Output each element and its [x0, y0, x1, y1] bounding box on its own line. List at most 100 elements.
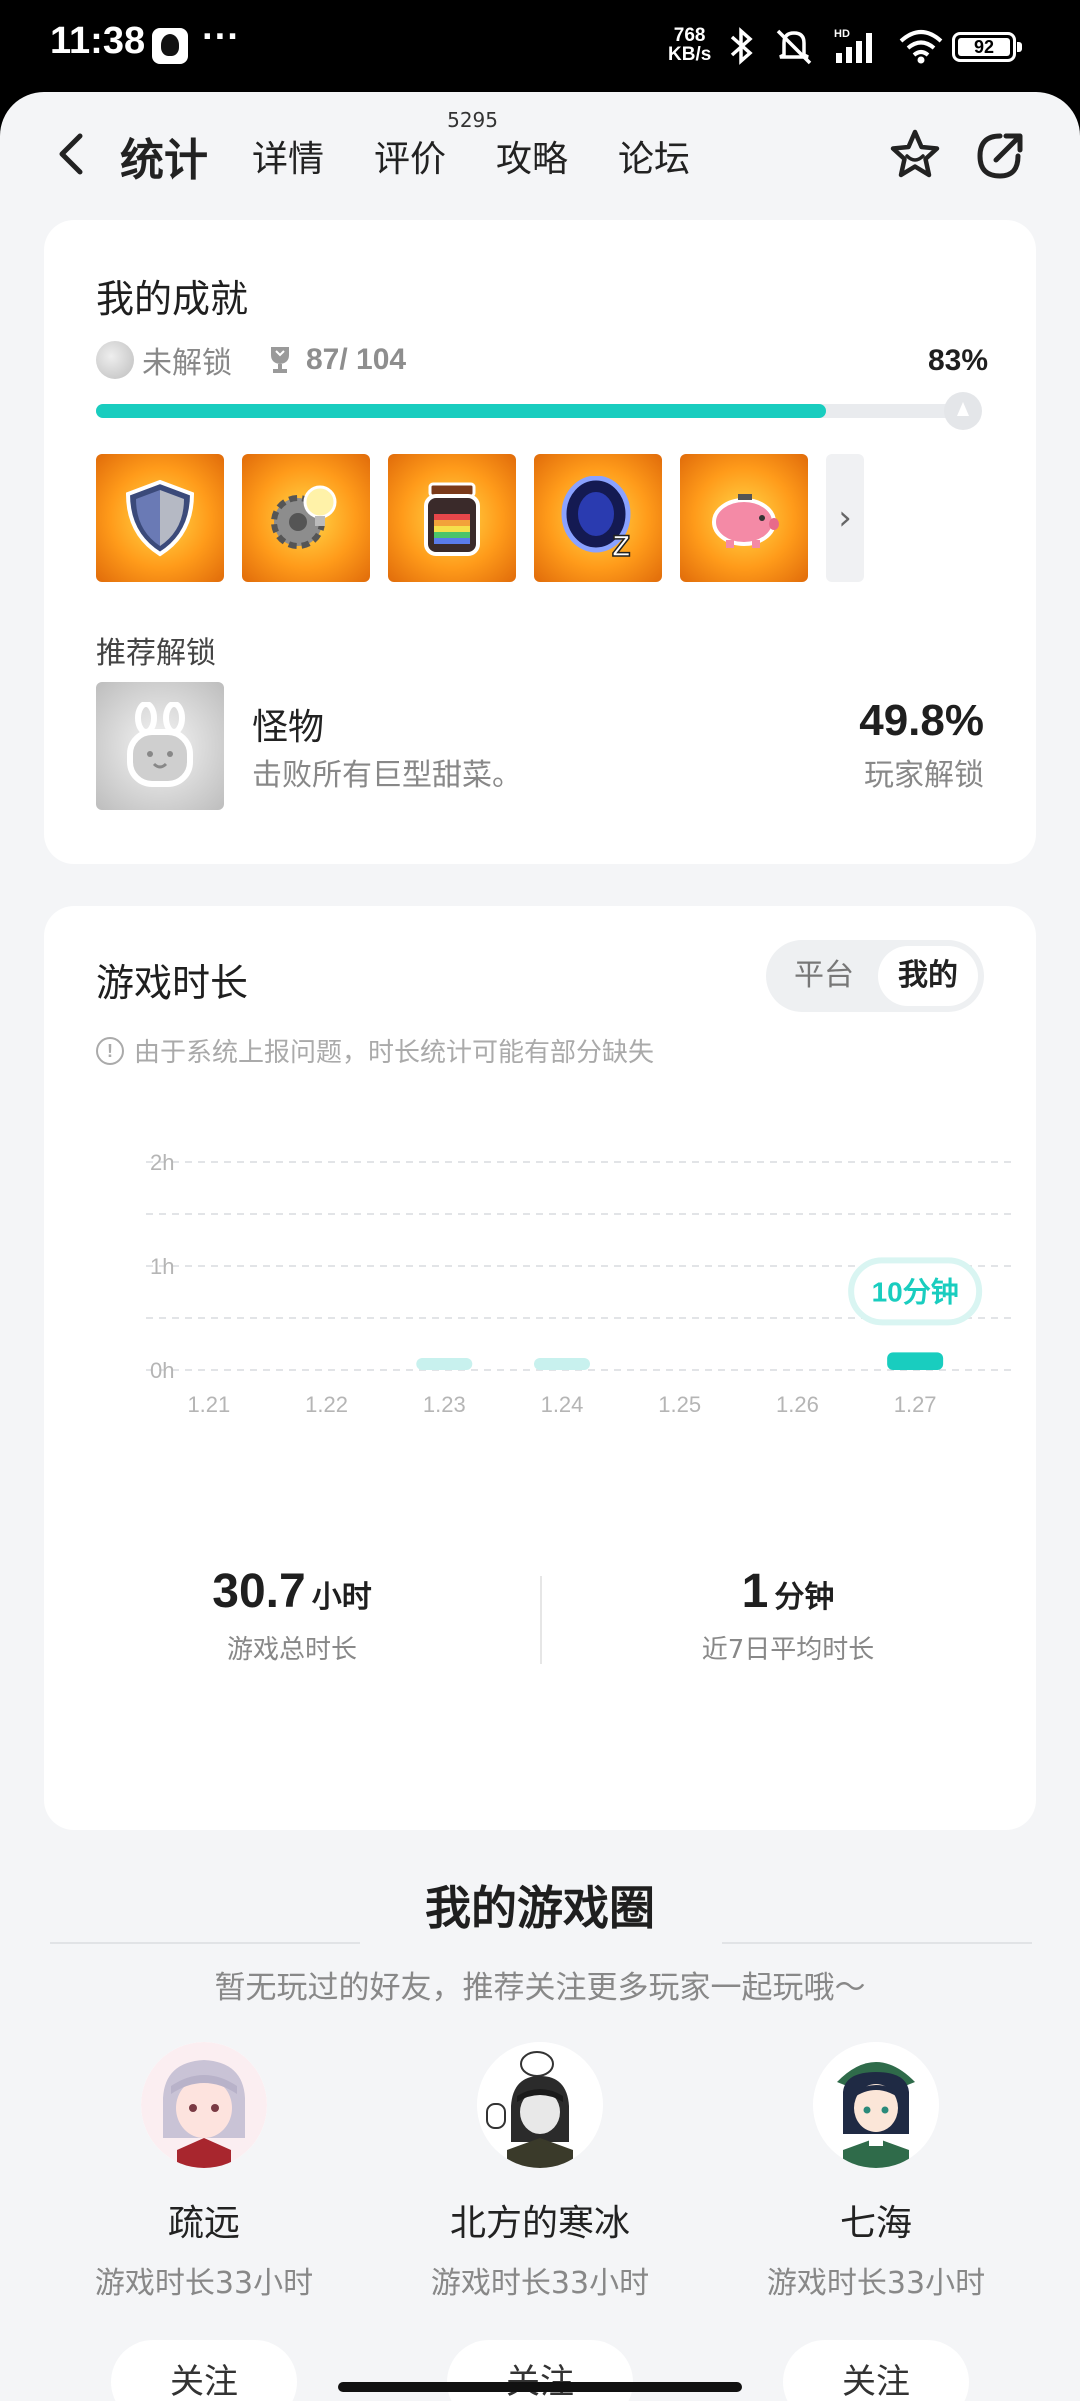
- achievement-badges: Z ›: [96, 454, 864, 582]
- svg-text:Z: Z: [612, 530, 630, 560]
- top-nav: 统计 详情 评价 5295 攻略 论坛: [0, 92, 1080, 222]
- follow-button[interactable]: 关注: [783, 2340, 969, 2401]
- status-icons: HD: [728, 26, 944, 66]
- mute-icon: [776, 29, 812, 65]
- battery-icon: 92: [952, 32, 1022, 62]
- x-tick-label: 1.26: [776, 1392, 819, 1417]
- tab-details[interactable]: 详情: [252, 130, 324, 182]
- friend-name: 七海: [839, 2203, 912, 2244]
- avg-playtime: 1 分钟 近7日平均时长: [540, 1564, 1036, 1666]
- progress-end-marker-icon: [944, 392, 982, 430]
- recommend-achievement-desc: 击败所有巨型甜菜。: [252, 758, 522, 793]
- game-circle-title: 我的游戏圈: [425, 1881, 655, 1935]
- achievement-progress-fill: [96, 404, 827, 418]
- tab-reviews-label: 评价: [374, 139, 447, 180]
- playtime-note-text: 由于系统上报问题，时长统计可能有部分缺失: [134, 1038, 655, 1068]
- more-notifications-icon: ···: [202, 16, 240, 58]
- status-time: 11:38: [50, 20, 146, 62]
- x-tick-label: 1.23: [423, 1392, 466, 1417]
- network-speed: 768 KB/s: [668, 26, 711, 64]
- recommend-unlock-percent: 49.8%: [859, 696, 984, 745]
- toggle-mine[interactable]: 我的: [878, 946, 978, 1006]
- achievement-count: 87/ 104: [306, 343, 407, 376]
- bluetooth-icon: [730, 27, 753, 65]
- trophy-icon: [271, 347, 289, 373]
- follow-button[interactable]: 关注: [111, 2340, 297, 2401]
- recommend-achievement-name: 怪物: [252, 707, 325, 748]
- shield-badge-icon[interactable]: [96, 454, 224, 582]
- tooltip-label: 10分钟: [872, 1276, 959, 1307]
- circle-title-line-left: [50, 1942, 360, 1944]
- chart-bar: [416, 1358, 473, 1370]
- tab-reviews[interactable]: 评价 5295: [374, 108, 498, 182]
- portal-sleep-badge-icon[interactable]: Z: [534, 454, 662, 582]
- status-bar: 11:38 ··· 768 KB/s HD 92: [0, 0, 1080, 92]
- circle-title-line-right: [722, 1942, 1032, 1944]
- achievement-percent: 83%: [927, 344, 988, 377]
- tab-forum[interactable]: 论坛: [618, 130, 690, 182]
- svg-text:HD: HD: [834, 28, 850, 40]
- share-icon[interactable]: [974, 128, 1028, 182]
- recommend-unlock-label: 玩家解锁: [864, 758, 984, 793]
- achievements-card[interactable]: 我的成就 未解锁 87/ 104 83% Z › 推荐解锁 怪物 击败所有巨型甜…: [44, 220, 1036, 864]
- x-tick-label: 1.22: [305, 1392, 348, 1417]
- recommend-achievement-icon[interactable]: [96, 682, 224, 810]
- wifi-icon: [899, 30, 943, 64]
- info-icon: !: [96, 1036, 124, 1065]
- total-playtime-unit: 小时: [311, 1580, 372, 1615]
- favorite-star-icon[interactable]: [886, 126, 944, 184]
- playtime-toggle[interactable]: 平台 我的: [766, 940, 984, 1012]
- achievements-title: 我的成就: [96, 277, 249, 321]
- tab-guides[interactable]: 攻略: [496, 130, 568, 182]
- friend-playtime: 游戏时长33小时: [94, 2266, 314, 2301]
- friend-playtime: 游戏时长33小时: [766, 2266, 986, 2301]
- y-tick-label: 0h: [150, 1358, 174, 1383]
- tab-guides-label: 攻略: [496, 139, 569, 180]
- game-stats-sheet: 统计 详情 评价 5295 攻略 论坛 我的成就 未解锁 87/ 104 83%: [0, 92, 1080, 2401]
- tab-forum-label: 论坛: [618, 139, 691, 180]
- avatar[interactable]: [477, 2042, 603, 2168]
- signal-icon: HD: [834, 28, 872, 63]
- total-playtime-label: 游戏总时长: [226, 1635, 357, 1665]
- chart-bar: [887, 1352, 944, 1370]
- back-arrow-icon[interactable]: [52, 128, 92, 180]
- achievement-progress-bar: [96, 404, 976, 418]
- total-playtime-value: 30.7: [212, 1565, 306, 1618]
- y-tick-label: 2h: [150, 1150, 174, 1175]
- avg-playtime-label: 近7日平均时长: [701, 1635, 875, 1665]
- x-tick-label: 1.25: [658, 1392, 701, 1417]
- playtime-note: ! 由于系统上报问题，时长统计可能有部分缺失: [96, 1032, 654, 1069]
- tab-stats[interactable]: 统计: [116, 124, 212, 188]
- playtime-title: 游戏时长: [96, 961, 249, 1005]
- x-tick-label: 1.21: [187, 1392, 230, 1417]
- locked-label: 未解锁: [142, 346, 232, 381]
- tab-stats-label: 统计: [120, 135, 208, 186]
- qq-notification-icon: [152, 28, 188, 64]
- friend-name: 疏远: [167, 2203, 240, 2244]
- idea-gear-badge-icon[interactable]: [242, 454, 370, 582]
- playtime-card: 游戏时长 平台 我的 ! 由于系统上报问题，时长统计可能有部分缺失 0h 1h 2h…: [44, 906, 1036, 1830]
- avatar[interactable]: [141, 2042, 267, 2168]
- total-playtime: 30.7 小时 游戏总时长: [44, 1564, 540, 1666]
- home-indicator[interactable]: [338, 2382, 742, 2392]
- tab-details-label: 详情: [252, 139, 325, 180]
- achievements-meta: 未解锁 87/ 104: [96, 340, 407, 381]
- friend-name: 北方的寒冰: [449, 2203, 630, 2244]
- friend-card: 疏远 游戏时长33小时 关注: [34, 2042, 374, 2401]
- battery-level: 92: [958, 38, 1010, 56]
- piggy-bank-badge-icon[interactable]: [680, 454, 808, 582]
- chart-bar: [534, 1358, 590, 1370]
- locked-achievement-icon: [96, 341, 134, 379]
- avatar[interactable]: [813, 2042, 939, 2168]
- friend-card: 北方的寒冰 游戏时长33小时 关注: [370, 2042, 710, 2401]
- playtime-chart: 0h 1h 2h 1.21 1.22 1.23 1.24 1.25 1.26 1.27 10分钟: [146, 1150, 1014, 1417]
- rainbow-jar-badge-icon[interactable]: [388, 454, 516, 582]
- network-speed-unit: KB/s: [668, 44, 712, 65]
- game-circle-subtitle: 暂无玩过的好友，推荐关注更多玩家一起玩哦～: [214, 1970, 866, 2006]
- avg-playtime-unit: 分钟: [774, 1580, 835, 1615]
- friend-playtime: 游戏时长33小时: [430, 2266, 650, 2301]
- x-tick-label: 1.27: [894, 1392, 937, 1417]
- more-badges-chevron-icon[interactable]: ›: [826, 454, 864, 582]
- toggle-platform[interactable]: 平台: [774, 946, 874, 1006]
- avg-playtime-value: 1: [741, 1565, 769, 1618]
